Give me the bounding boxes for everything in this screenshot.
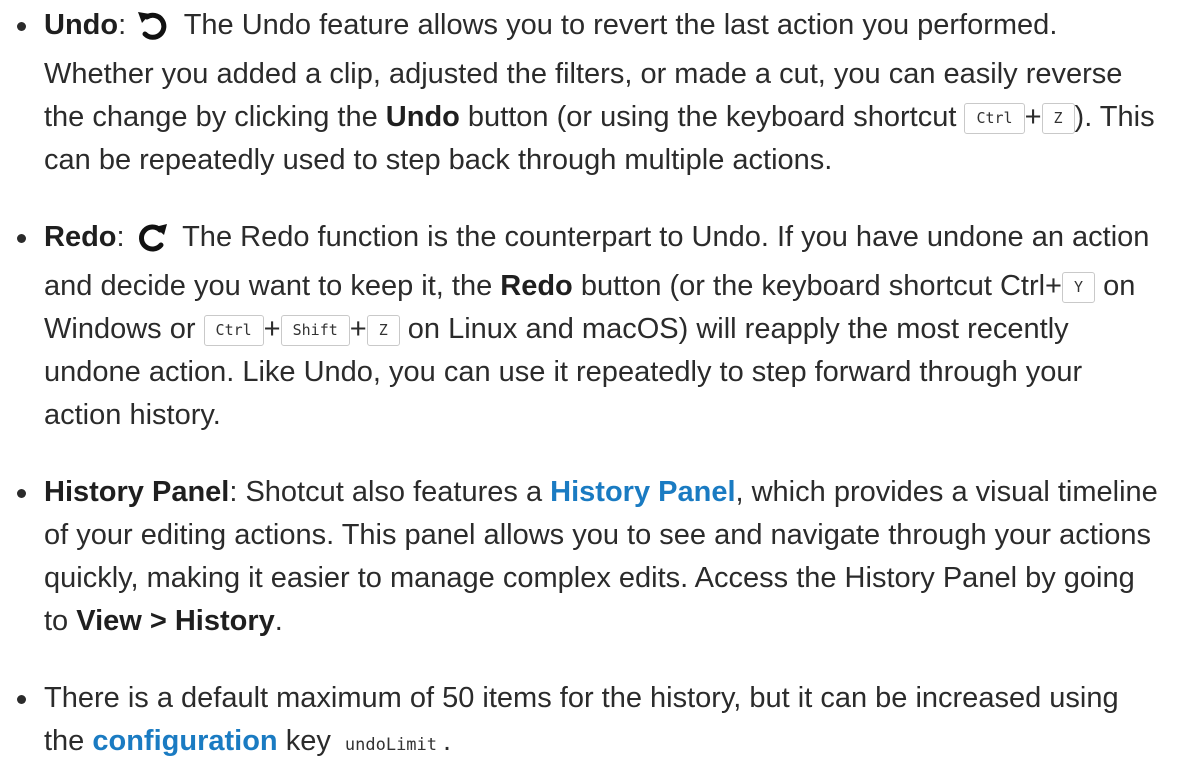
redo-button-mention: Redo xyxy=(500,270,573,302)
key-z: Z xyxy=(1041,103,1075,134)
key-shift: Shift xyxy=(280,315,350,346)
undo-button-mention: Undo xyxy=(385,101,460,133)
term-history-panel: History Panel xyxy=(44,476,230,508)
key-y: Y xyxy=(1062,272,1096,303)
key-z: Z xyxy=(366,315,400,346)
redo-icon xyxy=(135,222,169,265)
configuration-link[interactable]: configuration xyxy=(92,725,277,757)
feature-list: Undo: The Undo feature allows you to rev… xyxy=(0,0,1188,767)
key-ctrl: Ctrl xyxy=(203,315,264,346)
list-item-redo: Redo: The Redo function is the counterpa… xyxy=(17,216,1164,437)
undo-limit-code: undoLimit xyxy=(344,735,438,755)
term-undo: Undo xyxy=(44,9,119,41)
list-item-history-limit: There is a default maximum of 50 items f… xyxy=(17,677,1164,767)
undo-icon xyxy=(136,10,170,53)
term-redo: Redo xyxy=(44,221,117,253)
view-history-menu-path: View > History xyxy=(76,605,275,637)
key-ctrl: Ctrl xyxy=(964,103,1025,134)
list-item-undo: Undo: The Undo feature allows you to rev… xyxy=(17,4,1164,182)
history-panel-link[interactable]: History Panel xyxy=(550,476,735,508)
list-item-history-panel: History Panel: Shotcut also features a H… xyxy=(17,471,1164,643)
